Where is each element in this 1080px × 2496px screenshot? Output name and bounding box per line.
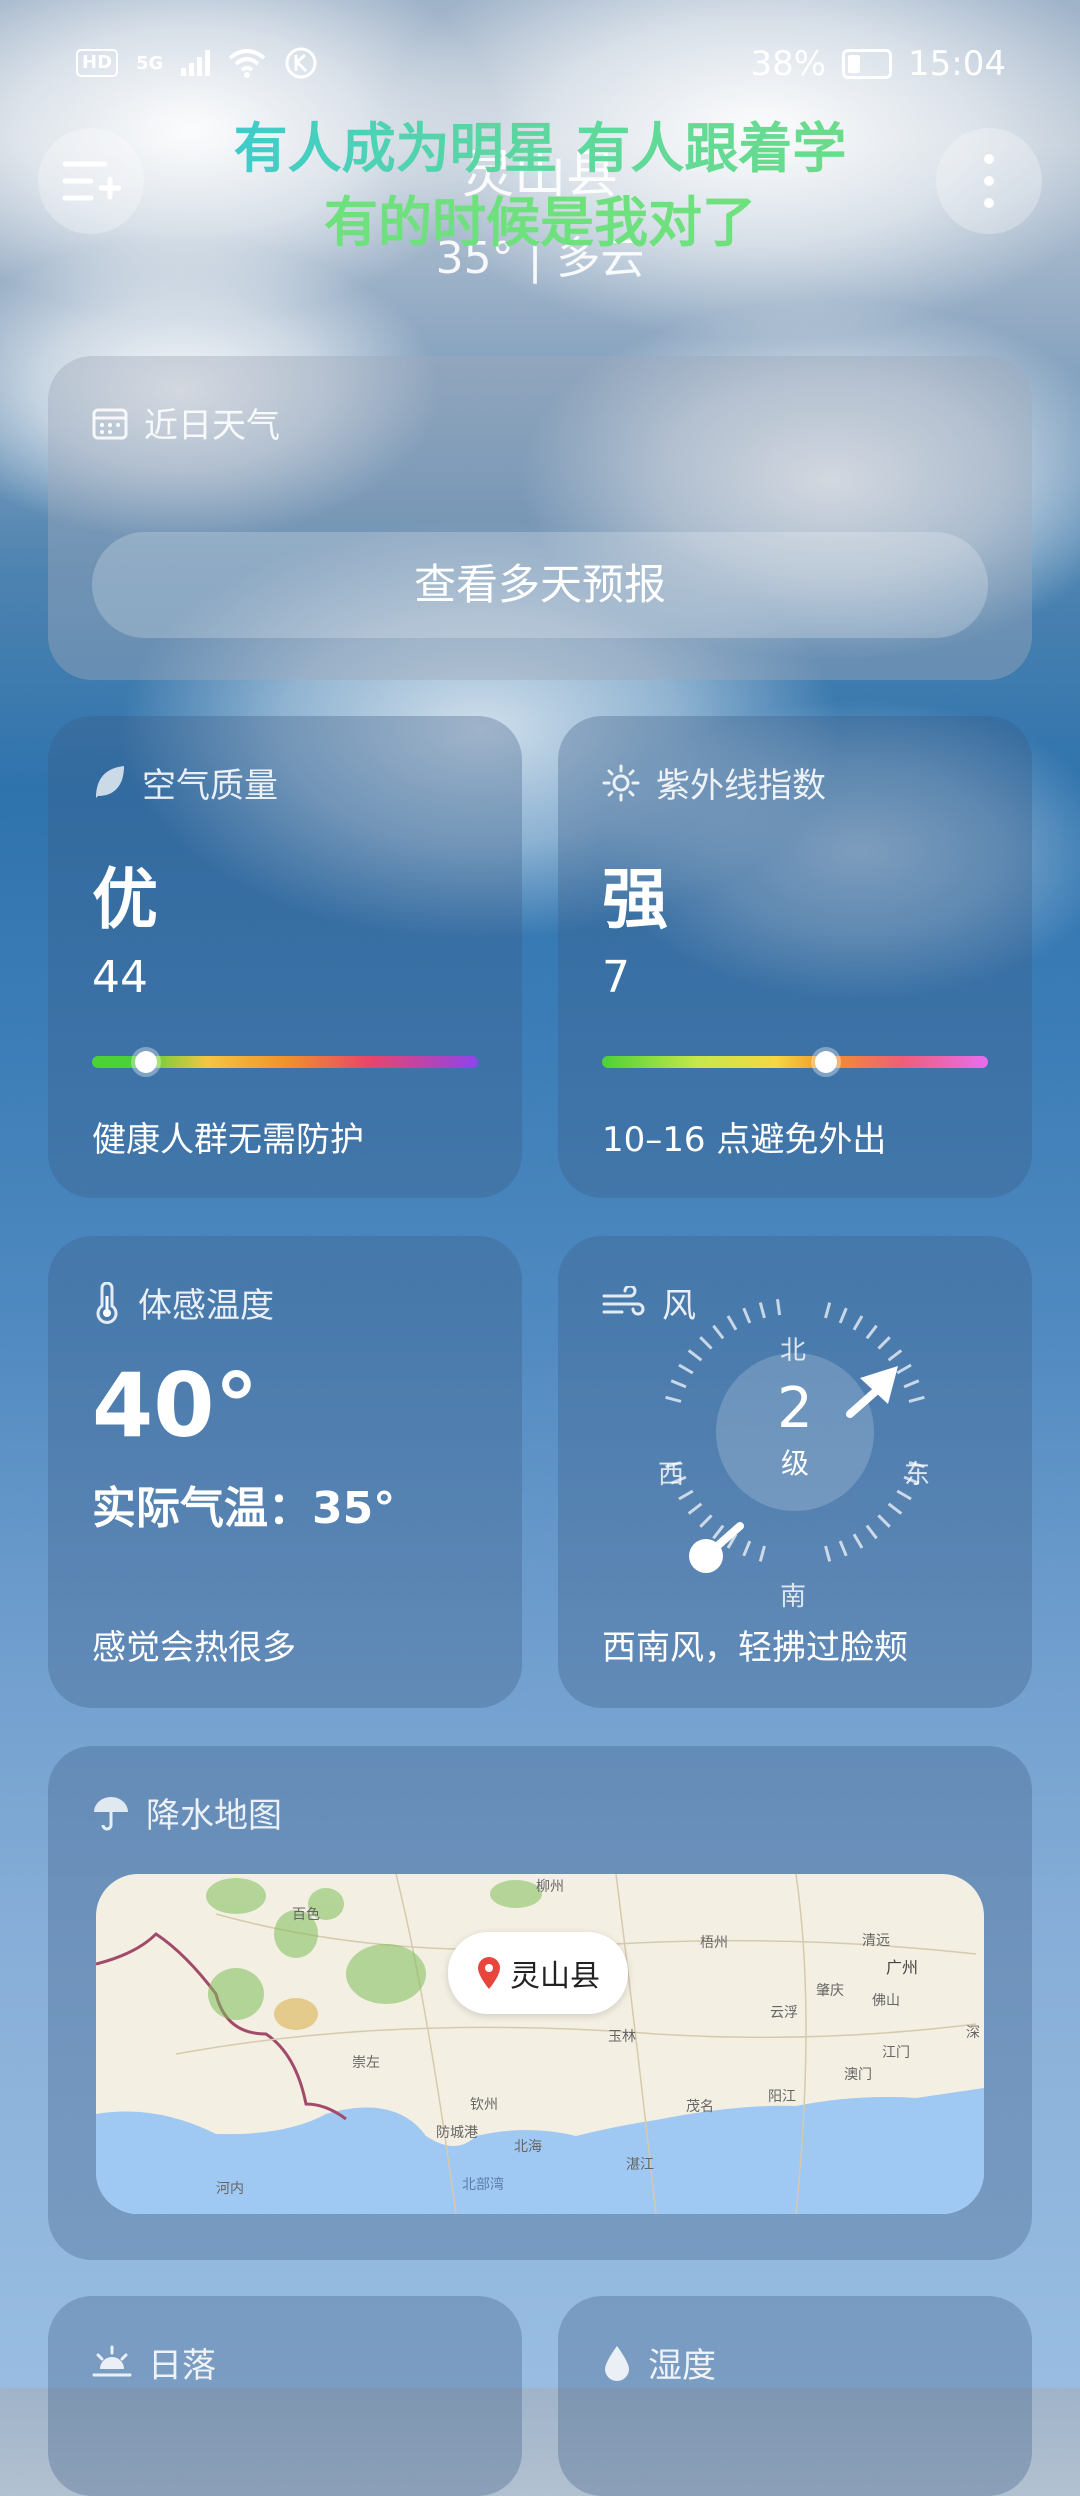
precip-map-title: 降水地图 <box>146 1796 282 1836</box>
feels-like-value: 40° <box>92 1354 259 1457</box>
map-label-beihai: 北海 <box>514 2139 542 2155</box>
uv-card[interactable]: 紫外线指数 强 7 10–16 点避免外出 <box>558 716 1032 1198</box>
wind-description: 西南风，轻拂过脸颊 <box>602 1628 908 1668</box>
network-type: 5G <box>136 52 164 74</box>
map-label-macau: 澳门 <box>844 2067 872 2083</box>
sun-icon <box>602 764 640 801</box>
humidity-title: 湿度 <box>648 2346 716 2386</box>
map-marker-icon <box>478 1957 500 1989</box>
map-label-zhanjiang: 湛江 <box>626 2157 654 2173</box>
map-label-jiangmen: 江门 <box>882 2045 910 2061</box>
map-label-fangchenggang: 防城港 <box>436 2125 478 2141</box>
hd-indicator: HD <box>76 49 119 77</box>
status-bar: HD 5G 38% 15:04 <box>0 38 1080 90</box>
actual-temperature: 实际气温：35° <box>92 1483 396 1534</box>
map-label-qinzhou: 钦州 <box>470 2097 498 2113</box>
sunset-card[interactable]: 日落 <box>48 2296 522 2496</box>
map-label-chongzuo: 崇左 <box>352 2055 380 2071</box>
map-label-shen: 深 <box>966 2025 980 2041</box>
battery-percent: 38% <box>750 44 827 84</box>
air-quality-advice: 健康人群无需防护 <box>92 1120 364 1160</box>
forecast-title: 近日天气 <box>144 406 280 446</box>
forecast-card: 近日天气 查看多天预报 <box>48 356 1032 680</box>
map-label-yulin: 玉林 <box>608 2029 636 2045</box>
view-multiday-forecast-button[interactable]: 查看多天预报 <box>92 532 988 638</box>
map-label-guangzhou: 广州 <box>886 1958 919 1977</box>
feels-like-card[interactable]: 体感温度 40° 实际气温：35° 感觉会热很多 <box>48 1236 522 1708</box>
map-label-hanoi: 河内 <box>216 2181 244 2197</box>
wind-card[interactable]: 风 2 级 北 南 西 东 西南风，轻拂过脸颊 <box>558 1236 1032 1708</box>
lyrics-line-2: 有的时候是我对了 <box>324 191 756 254</box>
battery-icon <box>842 49 893 79</box>
uv-marker <box>814 1051 837 1073</box>
lyrics-line-1: 有人成为明星 有人跟着学 <box>0 104 1080 183</box>
map-label-liuzhou: 柳州 <box>536 1879 564 1895</box>
precip-map-card[interactable]: 降水地图 百色 崇左 钦州 防城港 北海 玉林 梧州 云浮 肇庆 清远 广州 佛… <box>48 1746 1032 2260</box>
leaf-icon <box>96 765 124 798</box>
air-quality-scale <box>92 1051 478 1073</box>
uv-scale <box>602 1051 988 1073</box>
map-label-yangjiang: 阳江 <box>768 2089 796 2105</box>
map-label-maoming: 茂名 <box>686 2099 714 2115</box>
calendar-icon <box>92 408 128 439</box>
clock: 15:04 <box>908 44 1006 84</box>
precip-map[interactable]: 百色 崇左 钦州 防城港 北海 玉林 梧州 云浮 肇庆 清远 广州 佛山 江门 … <box>96 1874 984 2214</box>
sunset-icon <box>92 2345 132 2376</box>
air-quality-value: 44 <box>92 952 148 1003</box>
feels-like-note: 感觉会热很多 <box>92 1628 296 1668</box>
thermometer-icon <box>96 1281 118 1324</box>
air-quality-title: 空气质量 <box>142 766 278 806</box>
location-pin[interactable]: 灵山县 <box>448 1932 628 2014</box>
sunset-title: 日落 <box>148 2346 216 2386</box>
feels-like-title: 体感温度 <box>138 1286 274 1326</box>
wifi-icon <box>229 49 266 78</box>
map-label-zhaoqing: 肇庆 <box>816 1983 844 1999</box>
map-label-foshan: 佛山 <box>872 1993 900 2009</box>
air-quality-marker <box>135 1051 158 1073</box>
map-label-wuzhou: 梧州 <box>700 1935 728 1951</box>
map-label-beibu-gulf: 北部湾 <box>462 2177 504 2193</box>
humidity-card[interactable]: 湿度 <box>558 2296 1032 2496</box>
k-badge-icon <box>285 47 317 79</box>
signal-icon <box>181 50 211 76</box>
uv-value: 7 <box>602 952 630 1003</box>
droplet-icon <box>605 2345 629 2381</box>
uv-title: 紫外线指数 <box>656 766 826 806</box>
map-label-qingyuan: 清远 <box>862 1933 890 1949</box>
umbrella-icon <box>94 1796 128 1830</box>
map-label-baise: 百色 <box>292 1907 320 1923</box>
map-label-yunfu: 云浮 <box>770 2005 798 2021</box>
air-quality-level: 优 <box>92 861 158 938</box>
uv-advice: 10–16 点避免外出 <box>602 1120 887 1160</box>
pin-label: 灵山县 <box>510 1959 600 1994</box>
uv-level: 强 <box>602 861 668 938</box>
air-quality-card[interactable]: 空气质量 优 44 健康人群无需防护 <box>48 716 522 1198</box>
